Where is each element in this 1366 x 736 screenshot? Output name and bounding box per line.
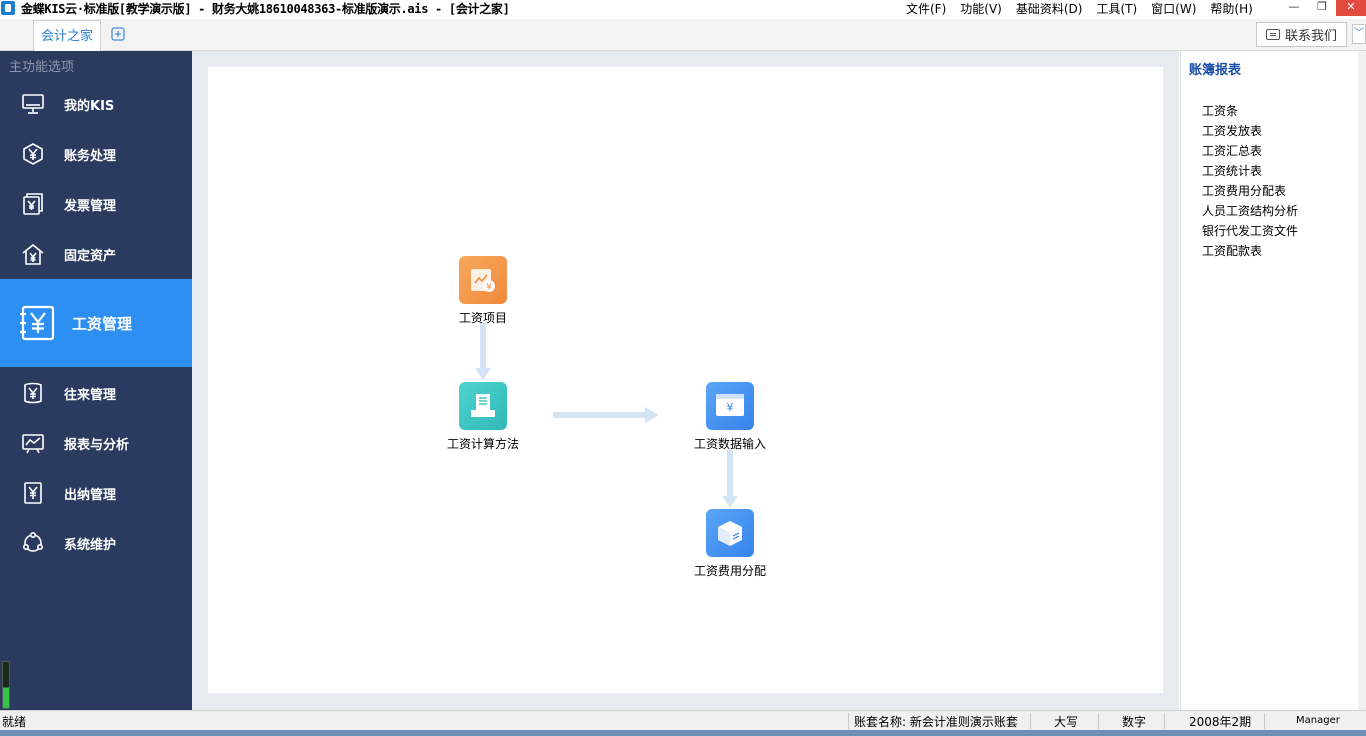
status-divider (1164, 713, 1165, 729)
restore-button[interactable]: ❐ (1308, 0, 1336, 16)
status-divider (1098, 713, 1099, 729)
sidebar-item-label: 我的KIS (64, 98, 115, 114)
calc-method-icon (459, 382, 507, 430)
add-tab-button[interactable] (110, 27, 126, 43)
sidebar-item-label: 工资管理 (72, 314, 133, 333)
reports-panel: 账簿报表 工资条 工资发放表 工资汇总表 工资统计表 工资费用分配表 人员工资结… (1180, 51, 1366, 710)
arrow-head-icon (722, 496, 738, 508)
reports-scrollbar[interactable] (1358, 51, 1366, 710)
wage-book-icon (18, 304, 56, 342)
status-caps: 大写 (1054, 715, 1079, 729)
flow-arrow-down-1 (480, 322, 486, 374)
menu-bar: 文件(F) 功能(V) 基础资料(D) 工具(T) 窗口(W) 帮助(H) (906, 0, 1253, 16)
minimize-button[interactable]: — (1280, 0, 1308, 16)
sidebar-item-reports[interactable]: 报表与分析 (0, 418, 192, 468)
reports-list: 工资条 工资发放表 工资汇总表 工资统计表 工资费用分配表 人员工资结构分析 银… (1202, 101, 1298, 261)
menu-window[interactable]: 窗口(W) (1151, 0, 1196, 16)
menu-basic-data[interactable]: 基础资料(D) (1016, 0, 1083, 16)
menu-file[interactable]: 文件(F) (906, 0, 946, 16)
wage-items-icon: ¥ (459, 256, 507, 304)
chart-board-icon (20, 430, 46, 456)
close-button[interactable]: ✕ (1336, 0, 1366, 16)
sidebar-item-cashier[interactable]: 出纳管理 (0, 468, 192, 518)
sidebar-item-label: 系统维护 (64, 537, 117, 553)
flow-node-label: 工资费用分配 (693, 564, 766, 578)
report-link-funding-sheet[interactable]: 工资配款表 (1202, 241, 1298, 261)
sidebar-item-wage[interactable]: 工资管理 (0, 279, 192, 367)
sidebar-item-label: 往来管理 (64, 387, 117, 403)
tab-bar: 会计之家 联系我们 (0, 19, 1366, 51)
wage-flow-canvas (208, 67, 1163, 693)
status-bar: 就绪 账套名称: 新会计准则演示账套 大写 数字 2008年2期 Manager (0, 710, 1366, 730)
sidebar-item-label: 固定资产 (64, 248, 117, 264)
cost-allocation-icon (706, 509, 754, 557)
house-yen-icon (20, 241, 46, 267)
svg-text:¥: ¥ (486, 283, 492, 293)
flow-arrow-down-2 (727, 450, 733, 502)
maintenance-icon (20, 530, 46, 556)
status-ready: 就绪 (2, 715, 27, 729)
arrow-head-icon (475, 368, 491, 380)
cashier-icon (20, 480, 46, 506)
sidebar-item-my-kis[interactable]: 我的KIS (0, 79, 192, 129)
report-link-payslip[interactable]: 工资条 (1202, 101, 1298, 121)
sidebar-item-label: 报表与分析 (64, 437, 130, 453)
window-title: 金蝶KIS云·标准版[教学演示版] - 财务大姚18610048363-标准版演… (21, 1, 510, 16)
status-divider (1264, 713, 1265, 729)
report-link-cost-allocation[interactable]: 工资费用分配表 (1202, 181, 1298, 201)
flow-node-cost-allocation[interactable]: 工资费用分配 (680, 509, 780, 579)
data-input-icon: ¥ (706, 382, 754, 430)
report-link-structure-analysis[interactable]: 人员工资结构分析 (1202, 201, 1298, 221)
menu-tools[interactable]: 工具(T) (1096, 0, 1137, 16)
tab-accounting-home[interactable]: 会计之家 (33, 20, 101, 51)
flow-node-data-input[interactable]: ¥ 工资数据输入 (680, 382, 780, 452)
arrow-head-icon (645, 407, 659, 423)
flow-node-calc-method[interactable]: 工资计算方法 (433, 382, 533, 452)
os-taskbar (0, 730, 1366, 736)
menu-function[interactable]: 功能(V) (960, 0, 1002, 16)
reports-panel-title: 账簿报表 (1189, 63, 1242, 78)
sidebar-item-receivables[interactable]: 往来管理 (0, 368, 192, 418)
flow-node-label: 工资项目 (458, 311, 507, 325)
sidebar-item-fixed-assets[interactable]: 固定资产 (0, 229, 192, 279)
report-link-statistics[interactable]: 工资统计表 (1202, 161, 1298, 181)
flow-node-wage-items[interactable]: ¥ 工资项目 (433, 256, 533, 326)
contact-us-button[interactable]: 联系我们 (1256, 22, 1347, 47)
svg-text:¥: ¥ (727, 401, 734, 414)
yen-hexagon-icon (20, 141, 46, 167)
app-logo-icon (1, 1, 15, 15)
invoice-icon (20, 191, 46, 217)
flow-node-label: 工资数据输入 (693, 437, 766, 451)
report-link-bank-file[interactable]: 银行代发工资文件 (1202, 221, 1298, 241)
flow-node-label: 工资计算方法 (446, 437, 519, 451)
sidebar-item-accounting[interactable]: 账务处理 (0, 129, 192, 179)
sidebar-item-label: 账务处理 (64, 148, 117, 164)
menu-help[interactable]: 帮助(H) (1210, 0, 1252, 16)
chevron-down-icon[interactable]: ﹀ (1352, 24, 1366, 44)
plus-icon (111, 27, 125, 41)
exchange-yen-icon (20, 380, 46, 406)
status-divider (1030, 713, 1031, 729)
status-account: 账套名称: 新会计准则演示账套 (854, 715, 1018, 729)
status-period: 2008年2期 (1189, 715, 1252, 729)
flow-arrow-right (553, 412, 651, 418)
window-controls: — ❐ ✕ (1280, 0, 1366, 16)
sidebar: 主功能选项 我的KIS 账务处理 发票管理 固定资产 工资管理 往来管理 报表与… (0, 51, 192, 710)
sidebar-item-label: 出纳管理 (64, 487, 117, 503)
volume-meter (2, 661, 10, 709)
sidebar-item-system[interactable]: 系统维护 (0, 518, 192, 568)
status-user: Manager (1296, 715, 1340, 726)
monitor-icon (20, 91, 46, 117)
report-link-payment-sheet[interactable]: 工资发放表 (1202, 121, 1298, 141)
status-divider (848, 713, 849, 729)
chat-icon (1265, 29, 1280, 40)
sidebar-item-invoice[interactable]: 发票管理 (0, 179, 192, 229)
status-num: 数字 (1122, 715, 1147, 729)
report-link-summary[interactable]: 工资汇总表 (1202, 141, 1298, 161)
sidebar-title: 主功能选项 (9, 60, 75, 75)
sidebar-item-label: 发票管理 (64, 198, 117, 214)
contact-us-label: 联系我们 (1284, 29, 1337, 44)
